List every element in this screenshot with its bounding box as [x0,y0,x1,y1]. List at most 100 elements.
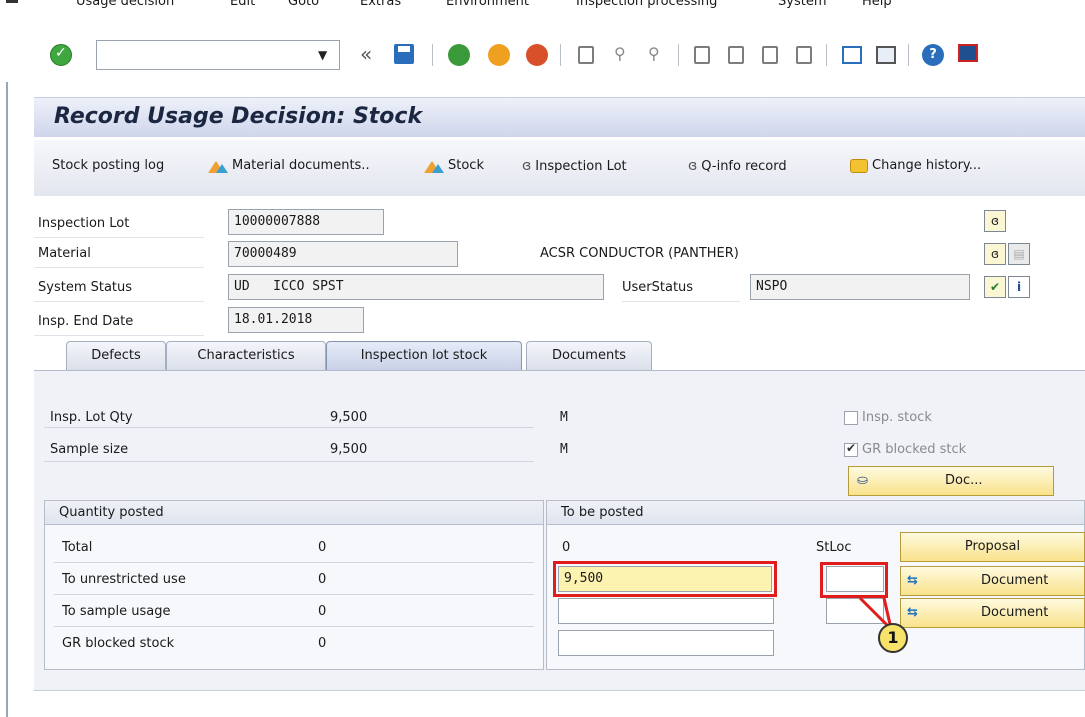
sample-size-unit: M [560,442,568,457]
user-status-field[interactable]: NSPO [750,274,970,300]
cancel-icon[interactable] [526,44,548,66]
document-button-1-label: Document [981,573,1049,588]
insp-end-date-label: Insp. End Date [38,314,134,329]
label-row: Material [34,238,204,268]
doc-button[interactable]: ⛀ Doc... [848,466,1054,496]
doc-icon: ⛀ [857,473,868,488]
divider [54,594,534,595]
new-session-icon[interactable] [842,46,862,64]
find-icon[interactable]: ⚲ [614,44,626,63]
material-description: ACSR CONDUCTOR (PANTHER) [540,246,739,261]
qp-unrestricted-value: 0 [318,572,327,587]
menu-extras[interactable]: Extras [360,0,401,9]
doc-button-label: Doc... [945,473,983,488]
quantity-posted-header: Quantity posted [45,501,543,525]
sample-size-value: 9,500 [330,442,368,457]
stock-icon [424,159,444,173]
gr-blocked-qty-input[interactable] [558,630,774,656]
toolbar-separator [826,44,827,66]
document-button-2[interactable]: ⇆ Document [900,598,1085,628]
inspection-lot-label: Inspection Lot [535,158,627,174]
inspection-lot-field[interactable]: 10000007888 [228,209,384,235]
user-status-label: UserStatus [622,280,694,295]
stock-posting-log-label: Stock posting log [52,158,165,173]
menu-inspection-processing[interactable]: Inspection processing [576,0,717,9]
insp-lot-qty-value: 9,500 [330,410,368,425]
title-bar: Record Usage Decision: Stock [34,97,1085,137]
menu-help[interactable]: Help [862,0,892,9]
insp-end-date-field[interactable]: 18.01.2018 [228,307,364,333]
change-history-icon [850,158,868,173]
material-field[interactable]: 70000489 [228,241,458,267]
info-icon[interactable]: i [1008,276,1030,298]
qp-gr-blocked-label: GR blocked stock [62,636,175,651]
sample-qty-input[interactable] [558,598,774,624]
unrestricted-qty-input[interactable]: 9,500 [558,566,772,592]
insp-stock-checkbox[interactable] [844,411,858,425]
shortcut-icon[interactable] [876,46,896,64]
tab-defects[interactable]: Defects [66,341,166,371]
divider [54,626,534,627]
print-icon[interactable] [578,46,594,64]
material-docs-icon[interactable]: ▤ [1008,243,1030,265]
menu-environment[interactable]: Environment [446,0,529,9]
stock-posting-log-button[interactable]: Stock posting log [52,158,164,173]
command-field[interactable] [96,40,340,70]
to-be-posted-header: To be posted [547,501,1084,525]
change-history-button[interactable]: Change history... [850,158,981,173]
glasses-icon: ɞ [522,158,532,174]
stock-button[interactable]: Stock [424,158,484,173]
system-status-field[interactable]: UD ICCO SPST [228,274,604,300]
menu-goto[interactable]: Goto [288,0,319,9]
toolbar-separator [432,44,433,66]
menu-edit[interactable]: Edit [230,0,255,9]
back-icon[interactable]: « [360,42,372,66]
find-next-icon[interactable]: ⚲ [648,44,660,63]
material-documents-button[interactable]: Material documents.. [208,158,370,173]
back-green-icon[interactable] [448,44,470,66]
qp-gr-blocked-value: 0 [318,636,327,651]
document-button-1[interactable]: ⇆ Document [900,566,1085,596]
save-icon[interactable] [394,44,414,64]
exit-icon[interactable] [488,44,510,66]
callout-badge: 1 [878,623,908,653]
proposal-button[interactable]: Proposal [900,532,1085,562]
qp-sample-value: 0 [318,604,327,619]
material-documents-icon [208,159,228,173]
customize-icon[interactable] [958,44,978,62]
toolbar-separator [908,44,909,66]
inspection-lot-button[interactable]: ɞ Inspection Lot [522,158,627,174]
application-toolbar: Stock posting log Material documents.. S… [34,140,1085,196]
menu-usage-decision[interactable]: Usage decision [76,0,174,9]
label-row: Insp. End Date [34,306,204,336]
enter-icon[interactable]: ✓ [50,44,72,66]
menu-bar: Usage decision Edit Goto Extras Environm… [0,0,1085,18]
status-check-icon[interactable]: ✔ [984,276,1006,298]
tab-characteristics[interactable]: Characteristics [166,341,326,371]
system-status-label: System Status [38,280,133,295]
last-page-icon[interactable] [796,46,812,64]
stock-label: Stock [448,158,484,173]
gr-blocked-checkbox[interactable] [844,441,858,457]
insp-lot-qty-unit: M [560,410,568,425]
q-info-record-button[interactable]: ɞ Q-info record [688,158,787,174]
change-history-label: Change history... [872,158,982,173]
first-page-icon[interactable] [694,46,710,64]
tab-documents[interactable]: Documents [526,341,652,371]
display-lot-glasses-icon[interactable]: ɞ [984,210,1006,232]
sap-window: Usage decision Edit Goto Extras Environm… [0,0,1085,717]
prev-page-icon[interactable] [728,46,744,64]
display-material-glasses-icon[interactable]: ɞ [984,243,1006,265]
help-icon[interactable]: ? [922,44,944,66]
command-dropdown-icon[interactable]: ▼ [318,48,327,62]
qp-unrestricted-label: To unrestricted use [62,572,186,587]
qp-total-label: Total [62,540,93,555]
insp-lot-qty-label: Insp. Lot Qty [50,410,133,425]
tbp-total-value: 0 [562,540,571,555]
tab-inspection-lot-stock[interactable]: Inspection lot stock [326,341,522,371]
panel-bottom-border [34,690,1085,691]
next-page-icon[interactable] [762,46,778,64]
material-documents-label: Material documents.. [232,158,370,173]
menu-system[interactable]: System [778,0,826,9]
document-button-2-label: Document [981,605,1049,620]
